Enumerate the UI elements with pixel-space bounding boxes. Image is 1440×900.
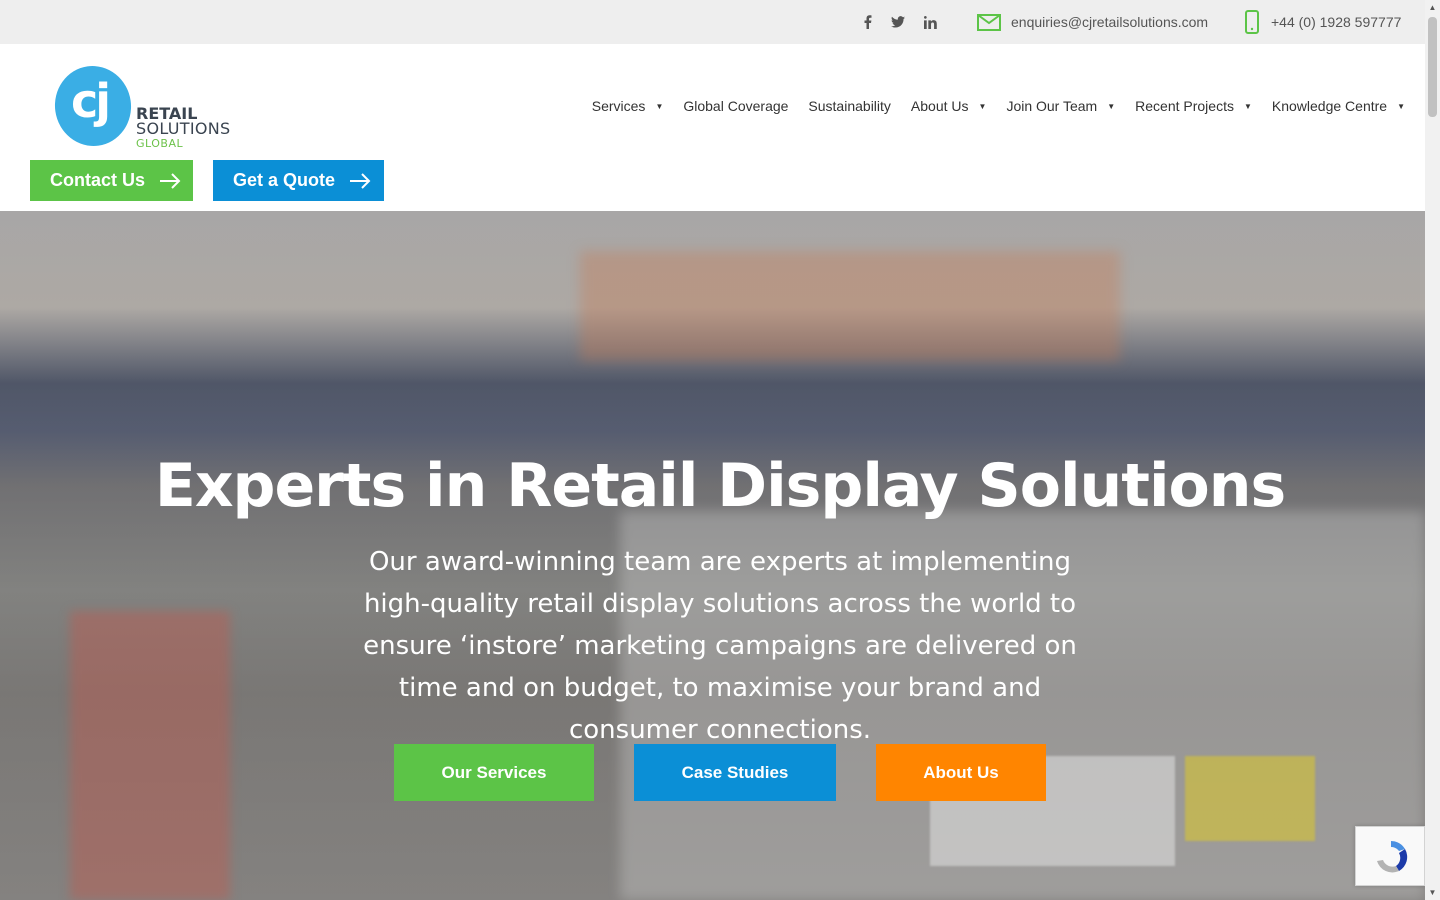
nav-item-recent-projects[interactable]: Recent Projects ▼ <box>1135 98 1252 114</box>
arrow-right-icon <box>160 172 181 189</box>
hero-section: Experts in Retail Display Solutions Our … <box>0 211 1425 900</box>
our-services-button[interactable]: Our Services <box>394 744 594 801</box>
caret-down-icon: ▼ <box>1243 101 1252 111</box>
nav-label: Knowledge Centre <box>1271 98 1388 114</box>
logo-mark: cj <box>71 74 111 128</box>
email-text[interactable]: enquiries@cjretailsolutions.com <box>1011 14 1208 30</box>
envelope-icon <box>977 13 1001 31</box>
recaptcha-badge[interactable] <box>1355 826 1425 886</box>
hero-subtitle: Our award-winning team are experts at im… <box>363 547 1077 745</box>
hero-background-shelf <box>580 251 1120 361</box>
scroll-up-arrow-icon[interactable]: ▲ <box>1425 0 1440 15</box>
nav-label: Join Our Team <box>1006 98 1098 114</box>
arrow-right-icon <box>350 172 371 189</box>
logo-text-global: GLOBAL <box>136 137 184 150</box>
caret-down-icon: ▼ <box>978 101 987 111</box>
linkedin-icon[interactable] <box>921 13 939 31</box>
hero-title: Experts in Retail Display Solutions <box>154 451 1286 521</box>
nav-item-about-us[interactable]: About Us ▼ <box>911 98 987 114</box>
email-contact[interactable]: enquiries@cjretailsolutions.com <box>977 10 1208 34</box>
caret-down-icon: ▼ <box>1107 101 1116 111</box>
get-a-quote-label: Get a Quote <box>233 170 336 190</box>
nav-item-sustainability[interactable]: Sustainability <box>808 98 891 114</box>
recaptcha-icon <box>1377 840 1408 873</box>
nav-label: Global Coverage <box>683 98 789 114</box>
scroll-down-arrow-icon[interactable]: ▼ <box>1425 885 1440 900</box>
mobile-phone-icon <box>1245 10 1259 34</box>
nav-item-join-our-team[interactable]: Join Our Team ▼ <box>1006 98 1115 114</box>
phone-text[interactable]: +44 (0) 1928 597777 <box>1271 14 1401 30</box>
phone-contact[interactable]: +44 (0) 1928 597777 <box>1243 10 1401 34</box>
nav-label: Sustainability <box>808 98 891 114</box>
main-nav: Services ▼ Global Coverage Sustainability… <box>572 98 1405 114</box>
nav-label: Recent Projects <box>1135 98 1234 114</box>
get-a-quote-button[interactable]: Get a Quote <box>213 160 384 201</box>
site-logo[interactable]: cj RETAIL SOLUTIONS GLOBAL <box>49 61 245 151</box>
hero-background-sign <box>70 611 230 900</box>
twitter-icon[interactable] <box>889 13 907 31</box>
nav-label: Services <box>591 98 646 114</box>
hero-background-label-yellow <box>1185 756 1315 841</box>
facebook-icon[interactable] <box>859 13 877 31</box>
nav-item-knowledge-centre[interactable]: Knowledge Centre ▼ <box>1272 98 1405 114</box>
site-header: cj RETAIL SOLUTIONS GLOBAL Services ▼ Glo… <box>0 44 1425 211</box>
caret-down-icon: ▼ <box>655 101 664 111</box>
nav-label: About Us <box>910 98 969 114</box>
logo-text-solutions: SOLUTIONS <box>136 119 231 138</box>
case-studies-button[interactable]: Case Studies <box>634 744 836 801</box>
scroll-thumb[interactable] <box>1428 17 1437 117</box>
nav-item-services[interactable]: Services ▼ <box>592 98 664 114</box>
caret-down-icon: ▼ <box>1397 101 1405 111</box>
contact-us-button[interactable]: Contact Us <box>30 160 193 201</box>
about-us-button[interactable]: About Us <box>876 744 1046 801</box>
nav-item-global-coverage[interactable]: Global Coverage <box>683 98 788 114</box>
contact-us-label: Contact Us <box>50 170 146 190</box>
page-scrollbar[interactable]: ▲ ▼ <box>1425 0 1440 900</box>
top-bar: enquiries@cjretailsolutions.com +44 (0) … <box>0 0 1425 44</box>
